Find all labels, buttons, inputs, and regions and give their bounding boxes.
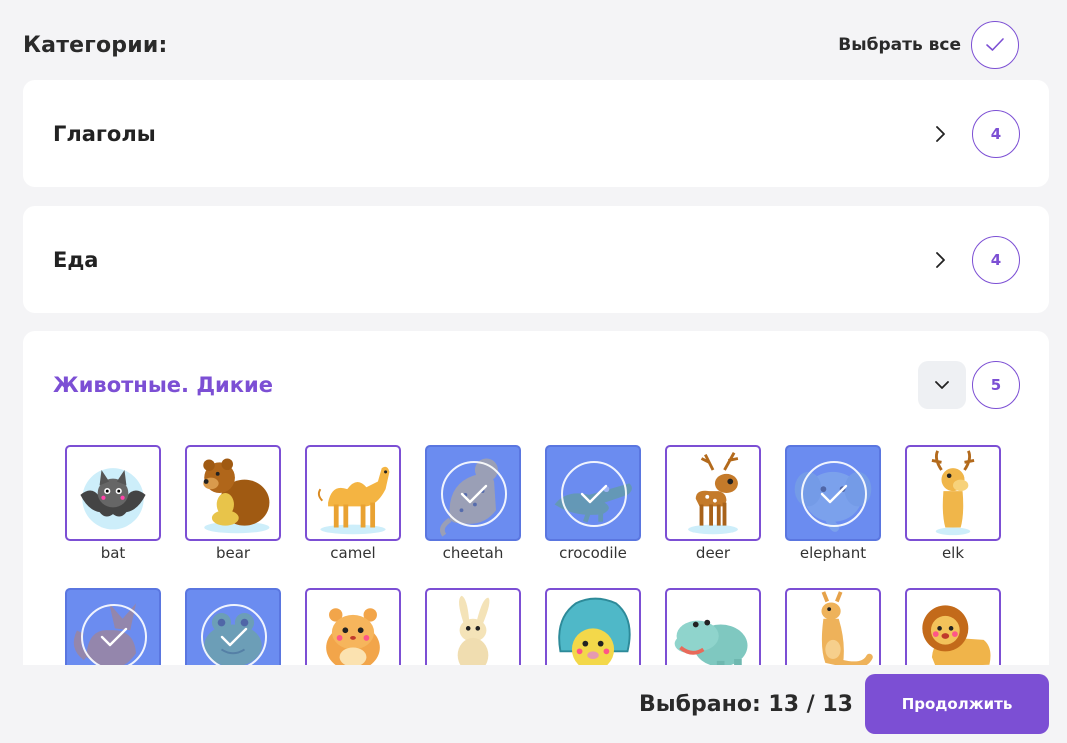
word-image[interactable] — [65, 445, 161, 541]
categories-header: Категории: Выбрать все — [23, 20, 1019, 70]
selected-check-icon — [801, 461, 867, 527]
category-card-food[interactable]: Еда 4 — [23, 206, 1049, 313]
select-all-button[interactable]: Выбрать все — [838, 21, 1019, 69]
word-label: elk — [941, 544, 965, 562]
word-image[interactable] — [545, 445, 641, 541]
category-title: Еда — [53, 247, 99, 272]
word-image[interactable] — [905, 445, 1001, 541]
continue-button[interactable]: Продолжить — [865, 674, 1049, 734]
word-image[interactable] — [545, 588, 641, 665]
word-tile-bat[interactable]: bat — [65, 445, 161, 564]
word-image[interactable] — [665, 588, 761, 665]
word-grid: bat bear camel cheetah crocodile deer elephant… — [65, 445, 1001, 665]
select-all-checkbox[interactable] — [971, 21, 1019, 69]
lion-icon — [922, 605, 991, 665]
word-image[interactable] — [785, 588, 881, 665]
category-count-badge[interactable]: 5 — [972, 361, 1020, 409]
word-image[interactable] — [425, 588, 521, 665]
category-header-row[interactable]: Животные. Дикие 5 — [23, 331, 1049, 439]
word-image[interactable] — [185, 445, 281, 541]
word-label: deer — [695, 544, 731, 562]
selected-check-icon — [441, 461, 507, 527]
category-title: Животные. Дикие — [53, 373, 273, 397]
hare-icon — [457, 595, 490, 665]
camel-icon — [317, 466, 390, 535]
word-tile-cheetah[interactable]: cheetah — [425, 445, 521, 564]
check-icon — [986, 38, 1004, 51]
category-card-verbs[interactable]: Глаголы 4 — [23, 80, 1049, 187]
selected-counter: Выбрано: 13 / 13 — [639, 691, 853, 717]
selected-check-icon — [561, 461, 627, 527]
word-tile-elk[interactable]: elk — [905, 445, 1001, 564]
word-image[interactable] — [305, 445, 401, 541]
bear-icon — [203, 458, 270, 534]
word-tile-hippo[interactable] — [665, 588, 761, 665]
hamster-icon — [326, 608, 380, 665]
word-image[interactable] — [425, 445, 521, 541]
chevron-down-icon[interactable] — [918, 361, 966, 409]
word-image[interactable] — [665, 445, 761, 541]
category-title: Глаголы — [53, 121, 156, 146]
word-tile-elephant[interactable]: elephant — [785, 445, 881, 564]
select-all-label: Выбрать все — [838, 35, 961, 55]
hippo-icon — [674, 619, 748, 665]
word-tile-camel[interactable]: camel — [305, 445, 401, 564]
word-tile-kangaroo[interactable] — [785, 588, 881, 665]
word-tile-crocodile[interactable]: crocodile — [545, 445, 641, 564]
word-label: camel — [330, 544, 376, 562]
word-tile-frog[interactable] — [185, 588, 281, 665]
selected-check-icon — [81, 604, 147, 665]
word-image[interactable] — [785, 445, 881, 541]
word-tile-lion[interactable] — [905, 588, 1001, 665]
bat-icon — [80, 468, 146, 530]
word-image[interactable] — [905, 588, 1001, 665]
chevron-right-icon[interactable] — [922, 242, 958, 278]
word-tile-fox[interactable] — [65, 588, 161, 665]
word-image[interactable] — [185, 588, 281, 665]
word-label: crocodile — [559, 544, 627, 562]
word-tile-bear[interactable]: bear — [185, 445, 281, 564]
word-image[interactable] — [305, 588, 401, 665]
category-count-badge[interactable]: 4 — [972, 235, 1020, 284]
word-label: elephant — [799, 544, 867, 562]
selected-check-icon — [201, 604, 267, 665]
word-label: bat — [100, 544, 126, 562]
deer-icon — [688, 452, 739, 535]
word-tile-hare[interactable] — [425, 588, 521, 665]
category-card-wild-animals: Животные. Дикие 5 bat bear camel cheetah cro… — [23, 331, 1049, 665]
page-title: Категории: — [23, 32, 168, 58]
chevron-right-icon[interactable] — [922, 116, 958, 152]
word-image[interactable] — [65, 588, 161, 665]
elk-icon — [931, 450, 975, 536]
word-label: cheetah — [442, 544, 504, 562]
word-tile-hamster[interactable] — [305, 588, 401, 665]
word-tile-deer[interactable]: deer — [665, 445, 761, 564]
kangaroo-icon — [821, 591, 873, 665]
word-label: bear — [215, 544, 251, 562]
hedgehog-icon — [558, 597, 631, 665]
footer-bar: Выбрано: 13 / 13 Продолжить — [0, 665, 1067, 743]
category-count-badge[interactable]: 4 — [972, 109, 1020, 158]
word-tile-hedgehog[interactable] — [545, 588, 641, 665]
